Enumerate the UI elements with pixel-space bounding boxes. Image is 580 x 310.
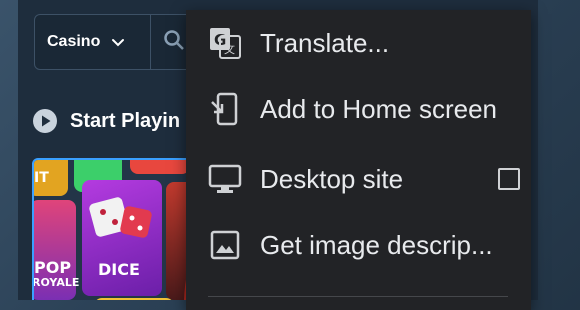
context-menu: G 文 Translate... Add to Home screen Desk… <box>186 10 531 310</box>
game-card-red <box>130 160 190 174</box>
menu-item-label: Get image descrip... <box>260 229 493 260</box>
menu-item-desktop-site[interactable]: Desktop site <box>186 146 531 212</box>
google-translate-icon: G 文 <box>210 28 241 59</box>
card-label: POP <box>34 258 72 277</box>
card-label: IT <box>34 170 49 186</box>
menu-item-label: Add to Home screen <box>260 93 498 124</box>
game-card-fragment: IT <box>34 160 68 196</box>
section-title: Start Playin <box>70 109 181 132</box>
image-icon <box>210 230 240 260</box>
desktop-site-checkbox[interactable] <box>498 168 520 190</box>
svg-text:文: 文 <box>224 42 235 56</box>
card-label: ROYALE <box>32 276 80 289</box>
play-icon <box>33 109 57 133</box>
menu-divider <box>208 296 508 297</box>
category-select-label: Casino <box>47 33 101 50</box>
menu-item-get-image-description[interactable]: Get image descrip... <box>186 212 531 278</box>
game-card-bottom <box>94 298 174 300</box>
game-card-dice: DICE <box>82 180 162 296</box>
add-to-home-screen-icon <box>211 92 238 126</box>
dice-icon <box>89 197 152 238</box>
category-select[interactable]: Casino <box>35 15 151 69</box>
menu-item-label: Desktop site <box>260 163 404 194</box>
section-header: Start Playin <box>32 108 180 134</box>
desktop-icon <box>208 164 242 193</box>
card-label: DICE <box>98 260 140 279</box>
menu-item-add-to-home-screen[interactable]: Add to Home screen <box>186 76 531 142</box>
chevron-down-icon <box>112 39 125 47</box>
search-icon[interactable] <box>163 29 185 51</box>
menu-item-label: Translate... <box>260 27 390 58</box>
game-card-pop-royale: POP ROYALE <box>32 200 80 300</box>
menu-item-translate[interactable]: G 文 Translate... <box>186 10 531 76</box>
